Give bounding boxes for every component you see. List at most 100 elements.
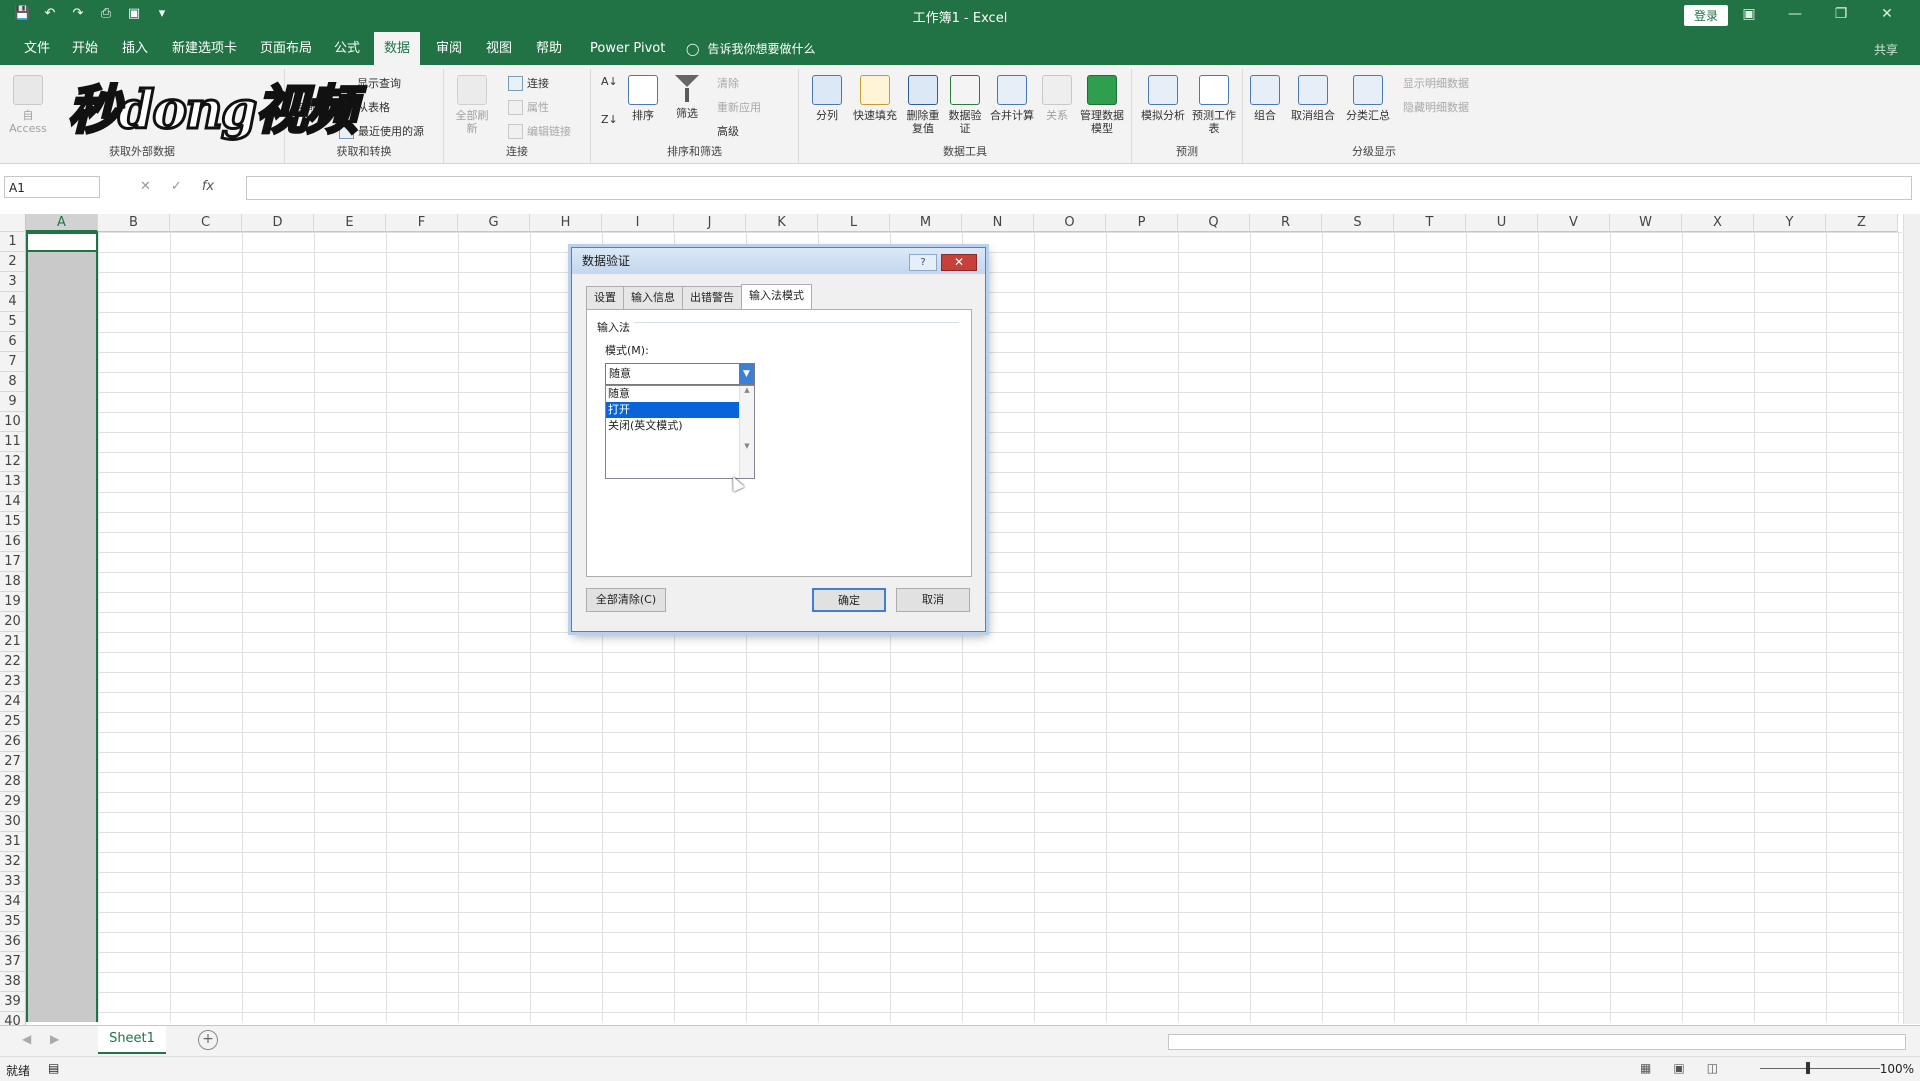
column-header[interactable]: K [746,214,818,232]
tab-new[interactable]: 新建选项卡 [162,32,247,65]
column-header[interactable]: Y [1754,214,1826,232]
forecast-sheet-button[interactable]: 预测工作表 [1192,75,1236,135]
tab-view[interactable]: 视图 [476,32,522,65]
column-header[interactable]: F [386,214,458,232]
ungroup-button[interactable]: 取消组合 [1287,75,1339,122]
row-header[interactable]: 33 [0,872,26,892]
row-header[interactable]: 29 [0,792,26,812]
row-header[interactable]: 16 [0,532,26,552]
connections-button[interactable]: 连接 [508,75,549,91]
row-header[interactable]: 25 [0,712,26,732]
row-header[interactable]: 2 [0,252,26,272]
row-header[interactable]: 15 [0,512,26,532]
sort-desc-icon[interactable]: Z↓ [601,113,618,126]
manage-data-model-button[interactable]: 管理数据模型 [1079,75,1125,135]
row-header[interactable]: 14 [0,492,26,512]
filter-button[interactable]: 筛选 [669,75,705,120]
login-button[interactable]: 登录 [1684,5,1729,26]
row-header[interactable]: 21 [0,632,26,652]
cancel-icon[interactable]: ✕ [140,179,151,194]
row-header[interactable]: 18 [0,572,26,592]
vertical-scrollbar[interactable] [1903,214,1920,1024]
row-header[interactable]: 4 [0,292,26,312]
column-header[interactable]: S [1322,214,1394,232]
column-header[interactable]: X [1682,214,1754,232]
column-header[interactable]: N [962,214,1034,232]
row-header[interactable]: 36 [0,932,26,952]
option-any[interactable]: 随意 [606,386,740,402]
column-header[interactable]: L [818,214,890,232]
column-header[interactable]: U [1466,214,1538,232]
row-header[interactable]: 7 [0,352,26,372]
tab-home[interactable]: 开始 [62,32,108,65]
tab-ime-mode[interactable]: 输入法模式 [741,284,812,310]
column-header[interactable]: B [98,214,170,232]
column-header[interactable]: R [1250,214,1322,232]
refresh-all-button[interactable]: 全部刷新 [452,75,492,135]
tab-file[interactable]: 文件 [14,32,60,65]
close-icon[interactable]: ✕ [941,254,977,271]
column-header[interactable]: P [1106,214,1178,232]
edit-links-button[interactable]: 编辑链接 [508,123,571,139]
active-cell-a1[interactable] [26,232,98,252]
tab-review[interactable]: 审阅 [426,32,472,65]
row-header[interactable]: 1 [0,232,26,252]
column-header[interactable]: V [1538,214,1610,232]
mode-dropdown-list[interactable]: 随意 打开 关闭(英文模式) ▲ ▼ [605,385,755,492]
remove-duplicates-button[interactable]: 删除重复值 [903,75,943,135]
row-header[interactable]: 5 [0,312,26,332]
row-header[interactable]: 20 [0,612,26,632]
row-header[interactable]: 39 [0,992,26,1012]
cancel-button[interactable]: 取消 [896,588,970,612]
list-scrollbar[interactable]: ▲ ▼ [739,386,754,478]
show-query-button[interactable]: 显示查询 [357,75,401,91]
tell-me-box[interactable]: ◯ 告诉我你想要做什么 [686,40,815,57]
advanced-filter-button[interactable]: 高级 [717,123,739,139]
row-header[interactable]: 26 [0,732,26,752]
formula-input[interactable] [246,176,1912,200]
tab-data[interactable]: 数据 [374,32,421,65]
page-break-view-icon[interactable]: ◫ [1707,1061,1718,1075]
minimize-icon[interactable]: — [1772,0,1818,30]
row-header[interactable]: 11 [0,432,26,452]
column-header[interactable]: M [890,214,962,232]
name-box[interactable]: A1 [4,176,100,198]
tab-input-message[interactable]: 输入信息 [623,286,683,310]
from-access-button[interactable]: 自 Access [8,75,48,135]
sheet-tab-sheet1[interactable]: Sheet1 [98,1026,166,1054]
tab-settings[interactable]: 设置 [586,286,624,310]
chevron-down-icon[interactable]: ▼ [739,364,754,384]
column-header[interactable]: T [1394,214,1466,232]
row-header[interactable]: 24 [0,692,26,712]
tab-error-alert[interactable]: 出错警告 [682,286,742,310]
column-header[interactable]: A [26,214,98,232]
tab-insert[interactable]: 插入 [112,32,158,65]
row-header[interactable]: 12 [0,452,26,472]
share-button[interactable]: 共享 [1874,41,1898,58]
select-all-corner[interactable] [0,214,26,232]
add-sheet-icon[interactable]: + [198,1030,218,1050]
consolidate-button[interactable]: 合并计算 [987,75,1037,122]
row-header[interactable]: 31 [0,832,26,852]
ok-button[interactable]: 确定 [812,588,886,612]
row-header[interactable]: 9 [0,392,26,412]
properties-button[interactable]: 属性 [508,99,549,115]
sort-button[interactable]: 排序 [625,75,661,122]
row-header[interactable]: 13 [0,472,26,492]
row-header[interactable]: 32 [0,852,26,872]
row-header[interactable]: 37 [0,952,26,972]
tab-page-layout[interactable]: 页面布局 [250,32,322,65]
column-header[interactable]: D [242,214,314,232]
row-header[interactable]: 3 [0,272,26,292]
tab-power-pivot[interactable]: Power Pivot [580,32,675,65]
subtotal-button[interactable]: 分类汇总 [1343,75,1393,122]
tab-formulas[interactable]: 公式 [324,32,370,65]
row-header[interactable]: 30 [0,812,26,832]
option-on[interactable]: 打开 [606,402,740,418]
clear-all-button[interactable]: 全部清除(C) [586,588,666,612]
row-header[interactable]: 38 [0,972,26,992]
column-header[interactable]: E [314,214,386,232]
tab-help[interactable]: 帮助 [526,32,572,65]
reapply-button[interactable]: 重新应用 [717,99,761,115]
mode-select[interactable]: 随意 ▼ [605,363,755,385]
